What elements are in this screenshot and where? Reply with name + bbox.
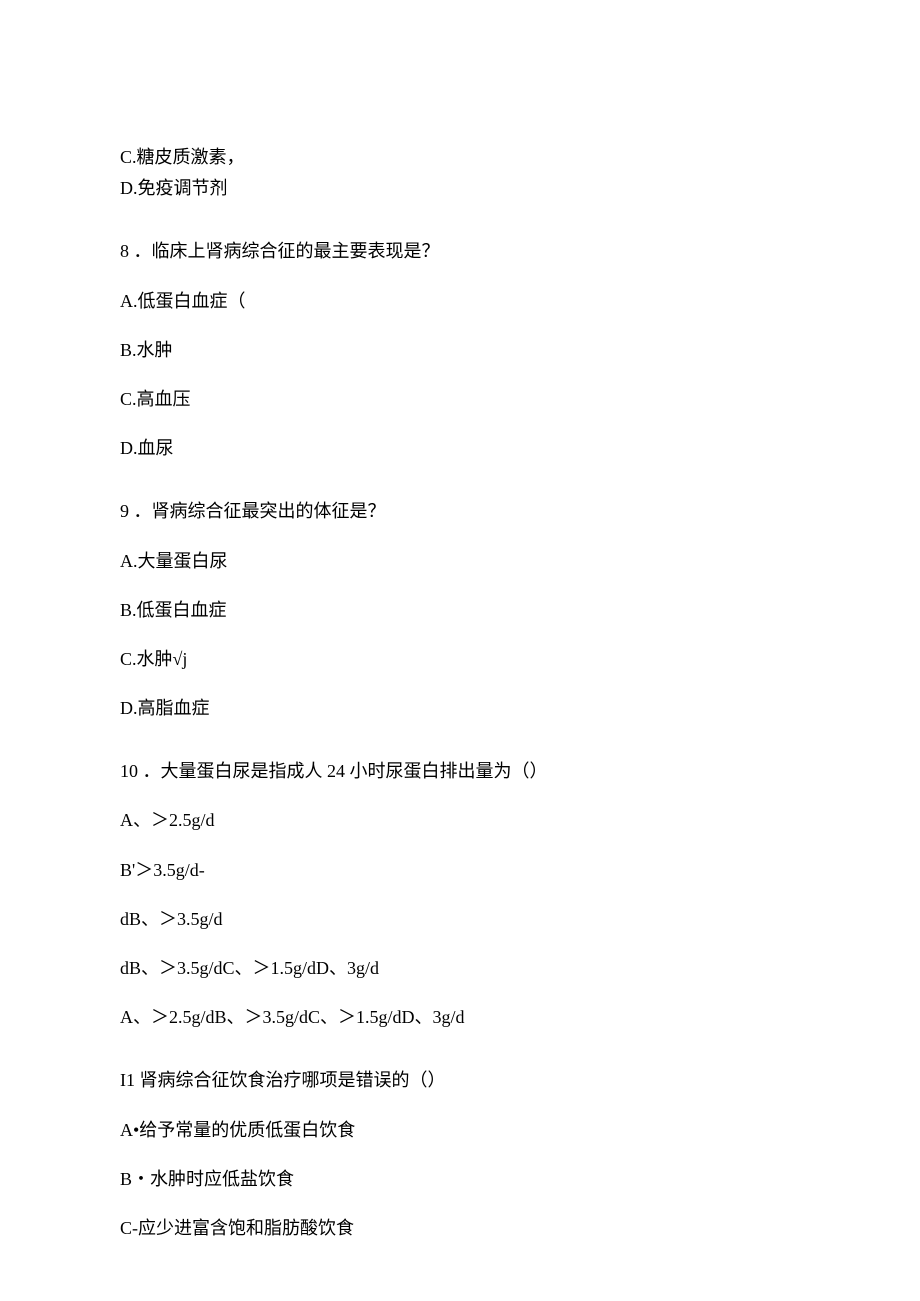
question-11: I1 肾病综合征饮食治疗哪项是错误的（） A•给予常量的优质低蛋白饮食 B・水肿… bbox=[120, 1068, 800, 1241]
option-d: D.血尿 bbox=[120, 436, 800, 461]
option-c: C.高血压 bbox=[120, 387, 800, 412]
option-a: A.低蛋白血症（ bbox=[120, 289, 800, 314]
option-c: C.糖皮质激素， bbox=[120, 145, 800, 170]
question-10: 10 ．大量蛋白尿是指成人 24 小时尿蛋白排出量为（） A、＞2.5g/d B… bbox=[120, 759, 800, 1030]
option-d: D.免疫调节剂 bbox=[120, 176, 800, 201]
option-c: dB、＞3.5g/d bbox=[120, 907, 800, 932]
option-d: D.高脂血症 bbox=[120, 696, 800, 721]
question-stem: I1 肾病综合征饮食治疗哪项是错误的（） bbox=[120, 1068, 800, 1093]
option-b: B・水肿时应低盐饮食 bbox=[120, 1167, 800, 1192]
option-c: C-应少进富含饱和脂肪酸饮食 bbox=[120, 1216, 800, 1241]
option-a: A•给予常量的优质低蛋白饮食 bbox=[120, 1118, 800, 1143]
option-a: A.大量蛋白尿 bbox=[120, 549, 800, 574]
option-d: dB、＞3.5g/dC、＞1.5g/dD、3g/d bbox=[120, 956, 800, 981]
option-c: C.水肿√j bbox=[120, 647, 800, 672]
question-stem: 10 ．大量蛋白尿是指成人 24 小时尿蛋白排出量为（） bbox=[120, 759, 800, 784]
option-b: B'＞3.5g/d- bbox=[120, 858, 800, 883]
question-stem: 8 ．临床上肾病综合征的最主要表现是？ bbox=[120, 239, 800, 264]
option-b: B.低蛋白血症 bbox=[120, 598, 800, 623]
option-a: A、＞2.5g/d bbox=[120, 808, 800, 833]
question-stem: 9 ．肾病综合征最突出的体征是？ bbox=[120, 499, 800, 524]
option-e: A、＞2.5g/dB、＞3.5g/dC、＞1.5g/dD、3g/d bbox=[120, 1005, 800, 1030]
question-9: 9 ．肾病综合征最突出的体征是？ A.大量蛋白尿 B.低蛋白血症 C.水肿√j … bbox=[120, 499, 800, 721]
option-b: B.水肿 bbox=[120, 338, 800, 363]
question-8: 8 ．临床上肾病综合征的最主要表现是？ A.低蛋白血症（ B.水肿 C.高血压 … bbox=[120, 239, 800, 461]
question-7-partial-options: C.糖皮质激素， D.免疫调节剂 bbox=[120, 145, 800, 201]
